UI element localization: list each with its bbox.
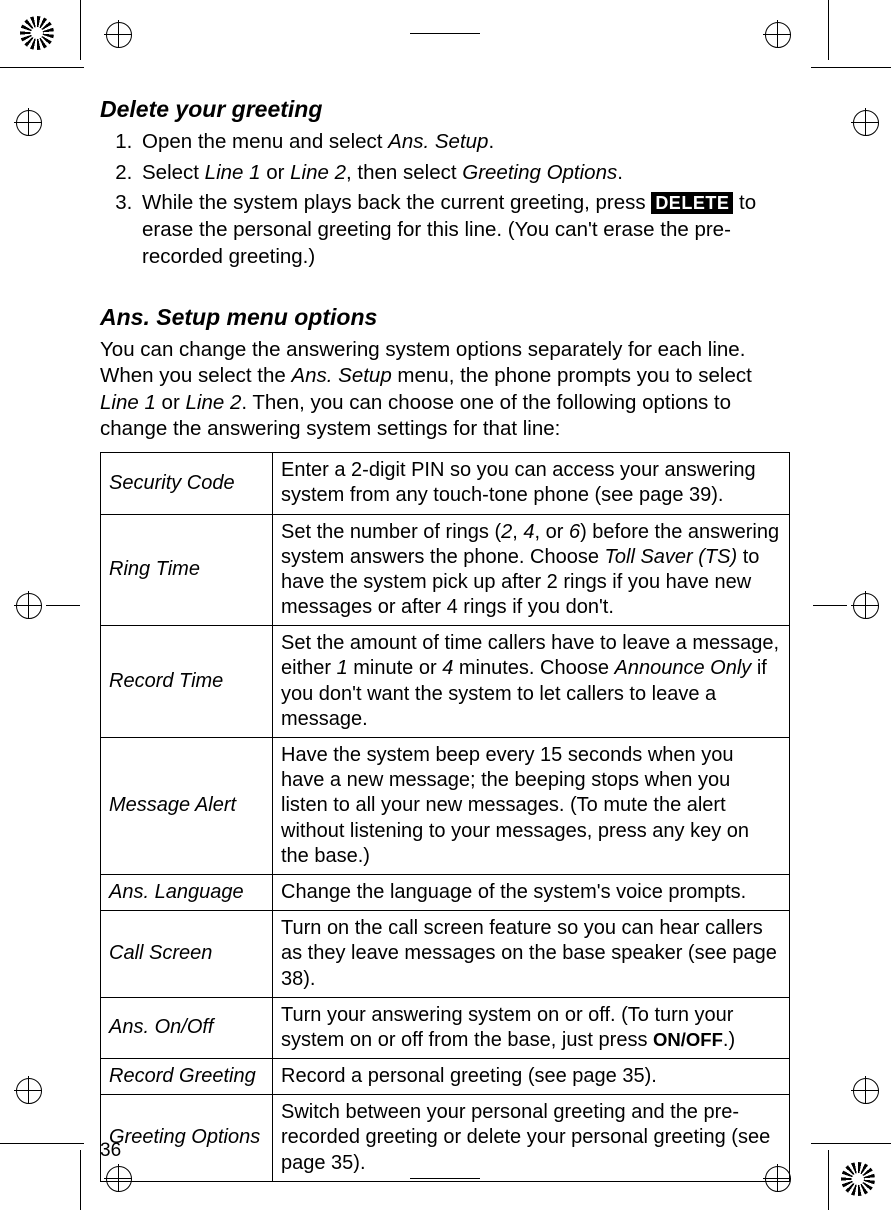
table-row: Record TimeSet the amount of time caller… <box>101 626 790 738</box>
registration-circle-icon <box>851 591 879 619</box>
step-italic: Greeting Options <box>462 161 617 184</box>
registration-circle-icon <box>14 1076 42 1104</box>
step-italic: Line 2 <box>290 161 346 184</box>
table-row: Greeting OptionsSwitch between your pers… <box>101 1095 790 1182</box>
option-name-cell: Record Time <box>101 626 273 738</box>
crop-line <box>828 1150 829 1210</box>
step-italic: Ans. Setup <box>388 130 488 153</box>
desc-text: Have the system beep every 15 seconds wh… <box>281 744 749 867</box>
registration-circle-icon <box>851 108 879 136</box>
registration-circle-icon <box>14 108 42 136</box>
option-name-cell: Call Screen <box>101 911 273 998</box>
registration-circle-icon <box>851 1076 879 1104</box>
crop-line <box>46 605 80 606</box>
intro-text: or <box>156 391 186 414</box>
crop-line <box>0 67 84 68</box>
desc-text: , or <box>534 521 568 543</box>
step-text: . <box>617 161 623 184</box>
desc-text: Turn on the call screen feature so you c… <box>281 917 777 989</box>
table-row: Record Greeting Record a personal greetin… <box>101 1059 790 1095</box>
table-row: Security CodeEnter a 2-digit PIN so you … <box>101 453 790 514</box>
registration-circle-icon <box>763 20 791 48</box>
option-desc-cell: Set the amount of time callers have to l… <box>273 626 790 738</box>
page-number: 36 <box>100 1140 121 1162</box>
option-desc-cell: Set the number of rings (2, 4, or 6) bef… <box>273 514 790 626</box>
option-desc-cell: Record a personal greeting (see page 35)… <box>273 1059 790 1095</box>
table-row: Call ScreenTurn on the call screen featu… <box>101 911 790 998</box>
desc-text: 6 <box>569 521 580 543</box>
registration-circle-icon <box>14 591 42 619</box>
crop-line <box>811 1143 891 1144</box>
registration-mark-icon <box>20 16 54 50</box>
desc-text: minute or <box>348 657 442 679</box>
crop-line <box>80 1150 81 1210</box>
desc-text: Toll Saver (TS) <box>605 546 738 568</box>
crop-line <box>0 1143 84 1144</box>
table-row: Ans. Language Change the language of the … <box>101 874 790 910</box>
desc-text: 2 <box>501 521 512 543</box>
desc-text: Switch between your personal greeting an… <box>281 1101 770 1173</box>
option-desc-cell: Change the language of the system's voic… <box>273 874 790 910</box>
option-name-cell: Greeting Options <box>101 1095 273 1182</box>
table-row: Message AlertHave the system beep every … <box>101 738 790 875</box>
option-name-cell: Record Greeting <box>101 1059 273 1095</box>
step-text: or <box>261 161 291 184</box>
crop-line <box>828 0 829 60</box>
ans-setup-options-table: Security CodeEnter a 2-digit PIN so you … <box>100 452 790 1182</box>
crop-line <box>410 33 480 34</box>
step-text: Select <box>142 161 205 184</box>
desc-text: Record a personal greeting (see page 35)… <box>281 1065 657 1087</box>
option-desc-cell: Switch between your personal greeting an… <box>273 1095 790 1182</box>
crop-line <box>813 605 847 606</box>
crop-line <box>80 0 81 60</box>
option-name-cell: Ans. Language <box>101 874 273 910</box>
desc-text: 4 <box>442 657 453 679</box>
section-heading-delete-greeting: Delete your greeting <box>100 96 790 123</box>
step-text: . <box>488 130 494 153</box>
option-desc-cell: Turn on the call screen feature so you c… <box>273 911 790 998</box>
registration-mark-icon <box>841 1162 875 1196</box>
step-text: While the system plays back the current … <box>142 191 651 214</box>
intro-italic: Line 2 <box>185 391 241 414</box>
table-row: Ans. On/OffTurn your answering system on… <box>101 997 790 1058</box>
option-name-cell: Message Alert <box>101 738 273 875</box>
desc-text: Enter a 2-digit PIN so you can access yo… <box>281 459 756 506</box>
page-content: Delete your greeting Open the menu and s… <box>100 96 790 1182</box>
delete-key-label: DELETE <box>651 192 733 214</box>
step-italic: Line 1 <box>205 161 261 184</box>
option-name-cell: Ans. On/Off <box>101 997 273 1058</box>
section-heading-ans-setup: Ans. Setup menu options <box>100 304 790 331</box>
registration-circle-icon <box>104 20 132 48</box>
option-name-cell: Ring Time <box>101 514 273 626</box>
desc-text: , <box>512 521 523 543</box>
option-name-cell: Security Code <box>101 453 273 514</box>
intro-text: menu, the phone prompts you to select <box>392 364 752 387</box>
desc-text: ON/OFF <box>653 1029 723 1050</box>
step-1: Open the menu and select Ans. Setup. <box>138 129 790 156</box>
desc-text: minutes. Choose <box>453 657 614 679</box>
desc-text: Announce Only <box>615 657 752 679</box>
option-desc-cell: Have the system beep every 15 seconds wh… <box>273 738 790 875</box>
table-row: Ring TimeSet the number of rings (2, 4, … <box>101 514 790 626</box>
step-text: , then select <box>346 161 462 184</box>
desc-text: .) <box>723 1029 735 1051</box>
desc-text: Set the number of rings ( <box>281 521 501 543</box>
step-text: Open the menu and select <box>142 130 388 153</box>
step-2: Select Line 1 or Line 2, then select Gre… <box>138 160 790 187</box>
delete-greeting-steps: Open the menu and select Ans. Setup. Sel… <box>100 129 790 270</box>
desc-text: 4 <box>523 521 534 543</box>
option-desc-cell: Enter a 2-digit PIN so you can access yo… <box>273 453 790 514</box>
intro-italic: Line 1 <box>100 391 156 414</box>
crop-line <box>811 67 891 68</box>
step-3: While the system plays back the current … <box>138 190 790 270</box>
desc-text: Change the language of the system's voic… <box>281 881 746 903</box>
intro-italic: Ans. Setup <box>291 364 391 387</box>
ans-setup-intro: You can change the answering system opti… <box>100 337 790 442</box>
option-desc-cell: Turn your answering system on or off. (T… <box>273 997 790 1058</box>
desc-text: 1 <box>337 657 348 679</box>
